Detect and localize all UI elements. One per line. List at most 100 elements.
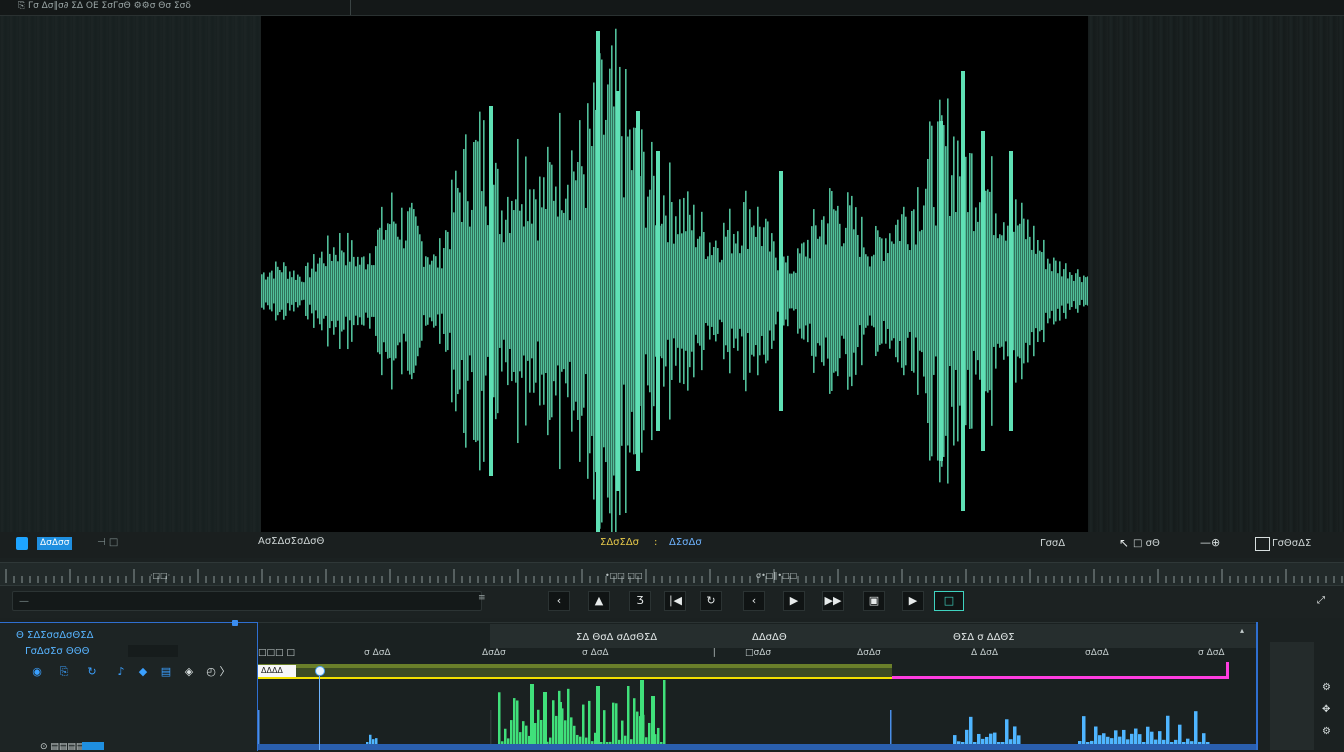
waveform-bar	[853, 229, 855, 353]
waveform-bar	[847, 192, 849, 390]
waveform-bar	[861, 216, 863, 366]
view-mode-label[interactable]: ΓσσΔ	[1040, 538, 1065, 549]
audio-meter	[1270, 642, 1314, 750]
waveform-bar	[849, 205, 851, 377]
waveform-bar	[379, 227, 381, 355]
timecode-field[interactable]: —	[12, 591, 482, 611]
waveform-bar	[1073, 280, 1075, 302]
ruler-label: ·□□·	[150, 571, 171, 580]
ruler-label: •□□ □□	[605, 571, 643, 580]
time-label: ΔσΔσ	[482, 648, 506, 658]
timeline-scrollbar[interactable]	[258, 744, 1258, 750]
waveform-bar	[765, 218, 767, 364]
audio-clip-bar	[624, 735, 627, 744]
play-button[interactable]: ▶	[783, 591, 805, 611]
next-frame-button[interactable]: ▶▶	[822, 591, 844, 611]
waveform-bar	[1025, 239, 1027, 343]
waveform-bar	[885, 238, 887, 344]
safe-margins-button[interactable]: □	[934, 591, 964, 611]
waveform-bar	[287, 278, 289, 304]
out-point-handle[interactable]	[1226, 662, 1229, 679]
preview-monitor[interactable]	[261, 16, 1088, 532]
record-icon[interactable]: ◈	[182, 665, 196, 679]
audio-clip-bar	[522, 721, 525, 744]
time-ruler[interactable]: ·□□· •□□ □□ σ•□∥•□□	[0, 562, 1344, 586]
expand-icon[interactable]: 〉	[218, 665, 232, 679]
waveform-bar	[277, 266, 279, 316]
marker-button[interactable]: ▲	[588, 591, 610, 611]
waveform-bar	[985, 190, 987, 392]
tool-icon[interactable]: ⚙	[1322, 682, 1331, 693]
step-back-button[interactable]: ‹	[548, 591, 570, 611]
waveform-bar	[1079, 276, 1081, 306]
audio-clip-bar	[1102, 733, 1106, 744]
timecode-menu-icon[interactable]: ≡	[478, 593, 486, 603]
waveform-bar	[327, 235, 329, 347]
waveform-bar	[511, 200, 513, 382]
edit-mode-label[interactable]: ΔσΔσσ	[37, 537, 73, 550]
sync-lock-icon[interactable]: ⎘	[57, 665, 71, 679]
waveform-bar	[969, 153, 971, 429]
track-header-panel	[0, 622, 258, 751]
volume-icon[interactable]: ◆	[136, 665, 150, 679]
audio-clip-bar	[621, 720, 624, 744]
waveform-bar	[425, 256, 427, 326]
panel-layout-label[interactable]: ΓσΘσΔΣ	[1272, 538, 1311, 549]
waveform-bar	[875, 225, 877, 357]
out-range-bar[interactable]	[892, 676, 1229, 679]
edit-mode-icon[interactable]	[16, 537, 28, 550]
clock-icon[interactable]: ◴	[204, 665, 218, 679]
window-title: ⎘ Γσ Δσ∥σ∂ ΣΔ ΟΕ ΣσΓσΘ ⚙⚙σ Θσ Σσδ	[18, 1, 191, 11]
waveform-display	[261, 28, 1088, 532]
waveform-bar	[301, 281, 303, 301]
export-frame-button[interactable]: ▣	[863, 591, 885, 611]
waveform-bar	[407, 211, 409, 371]
waveform-bar	[737, 231, 739, 351]
prev-edit-button[interactable]: ∣◀	[664, 591, 686, 611]
waveform-bar	[889, 233, 891, 349]
audio-clip-bar	[564, 720, 567, 744]
title-divider	[350, 0, 351, 15]
loop-icon[interactable]: ↻	[85, 665, 99, 679]
audio-tracks[interactable]	[258, 680, 1258, 750]
waveform-bar	[495, 162, 497, 420]
time-label: σΔσΔ	[1085, 648, 1109, 658]
scroll-up-icon[interactable]: ▴	[1240, 626, 1250, 636]
waveform-bar	[525, 156, 527, 426]
cursor-icon[interactable]: ↖	[1119, 536, 1129, 550]
audio-clip-bar	[1138, 734, 1142, 744]
mute-icon[interactable]: ♪	[114, 665, 128, 679]
track-title[interactable]: Θ ΣΔΣσσΔσΘΣΔ	[16, 630, 93, 641]
waveform-bar	[967, 212, 969, 370]
zoom-icon[interactable]: —⊕	[1200, 536, 1220, 549]
playhead-handle[interactable]	[315, 666, 325, 676]
tool-icon[interactable]: ✥	[1322, 704, 1330, 715]
waveform-bar	[641, 129, 643, 453]
waveform-bar	[919, 231, 921, 351]
loop-button[interactable]: ↻	[700, 591, 722, 611]
waveform-bar	[497, 168, 499, 414]
title-bar	[0, 0, 1344, 16]
waveform-bar	[337, 261, 339, 321]
tool-icon[interactable]: ⚙	[1322, 726, 1331, 737]
waveform-bar	[965, 156, 967, 426]
panel-resize-handle[interactable]	[232, 620, 238, 626]
solo-icon[interactable]: ▤	[159, 665, 173, 679]
panel-layout-icon[interactable]	[1255, 537, 1270, 551]
trim-button[interactable]: Ʒ	[629, 591, 651, 611]
waveform-bar	[761, 246, 763, 336]
previous-button[interactable]: ‹	[743, 591, 765, 611]
visibility-icon[interactable]: ◉	[30, 665, 44, 679]
waveform-bar	[955, 212, 957, 370]
waveform-bar	[1019, 223, 1021, 359]
clip-name: ΑσΣΔσΣσΔσΘ	[258, 536, 325, 547]
track-footer-badge[interactable]	[82, 742, 104, 750]
forward-button[interactable]: ▶	[902, 591, 924, 611]
waveform-bar	[923, 205, 925, 377]
snap-toggle[interactable]: □ σΘ	[1133, 538, 1160, 549]
track-name-field[interactable]	[128, 645, 178, 657]
fullscreen-button[interactable]: ⤢	[1312, 593, 1330, 609]
waveform-spike	[961, 71, 965, 511]
edit-mode-extra: ⊣ □	[97, 537, 119, 548]
waveform-bar	[527, 221, 529, 361]
